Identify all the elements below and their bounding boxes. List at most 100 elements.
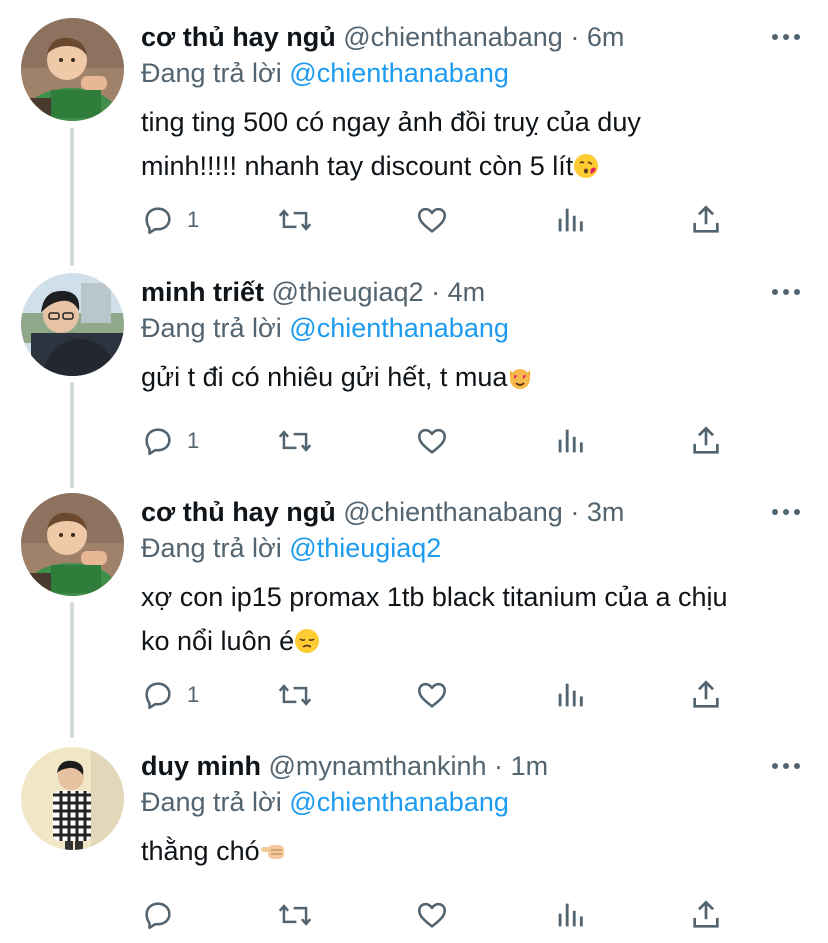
- retweet-icon: [278, 904, 312, 926]
- tweet-text-line: minh!!!!! nhanh tay discount còn 5 lít: [141, 151, 574, 181]
- user-handle[interactable]: @chienthanabang: [343, 22, 563, 52]
- like-button[interactable]: [415, 200, 449, 240]
- user-handle[interactable]: @thieugiaq2: [272, 277, 424, 307]
- tweet-text-line: gửi t đi có nhiêu gửi hết, t mua: [141, 362, 508, 392]
- display-name[interactable]: cơ thủ hay ngủ: [141, 22, 336, 52]
- toddler-avatar-image: [21, 18, 124, 121]
- like-button[interactable]: [415, 895, 449, 935]
- retweet-icon: [278, 209, 312, 231]
- thread-connector: [70, 382, 74, 488]
- tweet-text-line: thằng chó: [141, 836, 260, 866]
- reply-count: 1: [187, 207, 200, 232]
- tweet-actions: 1: [141, 200, 781, 240]
- analytics-button[interactable]: [553, 200, 587, 240]
- separator-dot: ·: [494, 751, 504, 781]
- like-button[interactable]: [415, 675, 449, 715]
- share-icon: [693, 205, 719, 233]
- retweet-icon: [278, 430, 312, 452]
- replying-to-label: Đang trả lời: [141, 313, 282, 343]
- disappointed-face-emoji: [294, 623, 320, 667]
- replying-to-label: Đang trả lời: [141, 58, 282, 88]
- share-button[interactable]: [689, 675, 723, 715]
- more-options-icon[interactable]: [772, 289, 800, 297]
- more-options-icon[interactable]: [772, 34, 800, 42]
- replying-to-label: Đang trả lời: [141, 533, 282, 563]
- analytics-icon: [558, 683, 583, 707]
- display-name[interactable]: cơ thủ hay ngủ: [141, 497, 336, 527]
- analytics-icon: [558, 429, 583, 453]
- heart-icon: [417, 682, 447, 708]
- replying-to: Đang trả lời @thieugiaq2: [141, 531, 441, 565]
- analytics-button[interactable]: [553, 675, 587, 715]
- thread-connector: [70, 128, 74, 266]
- retweet-button[interactable]: [277, 421, 313, 461]
- replying-to: Đang trả lời @chienthanabang: [141, 785, 509, 819]
- reply-icon: [145, 902, 171, 930]
- share-icon: [693, 680, 719, 708]
- avatar[interactable]: [21, 747, 124, 850]
- face-blowing-kiss-emoji: [573, 148, 599, 192]
- reply-button[interactable]: 1: [141, 200, 199, 240]
- analytics-button[interactable]: [553, 421, 587, 461]
- avatar[interactable]: [21, 273, 124, 376]
- tweet-text: ting ting 500 có ngay ảnh đồi truỵ của d…: [141, 100, 801, 192]
- share-icon: [693, 900, 719, 928]
- replying-to: Đang trả lời @chienthanabang: [141, 56, 509, 90]
- retweet-button[interactable]: [277, 675, 313, 715]
- heart-icon: [417, 428, 447, 454]
- man-plaid-shirt-avatar-image: [21, 747, 124, 850]
- tweet-text-line: ting ting 500 có ngay ảnh đồi truỵ của d…: [141, 107, 641, 137]
- backhand-index-pointing-left-emoji: [260, 833, 288, 877]
- more-options-icon[interactable]: [772, 763, 800, 771]
- retweet-button[interactable]: [277, 200, 313, 240]
- thread-connector: [70, 602, 74, 738]
- replying-to-mention[interactable]: @chienthanabang: [289, 787, 509, 817]
- replying-to: Đang trả lời @chienthanabang: [141, 311, 509, 345]
- replying-to-mention[interactable]: @thieugiaq2: [289, 533, 441, 563]
- like-button[interactable]: [415, 421, 449, 461]
- user-handle[interactable]: @chienthanabang: [343, 497, 563, 527]
- share-icon: [693, 426, 719, 454]
- timestamp[interactable]: 6m: [587, 22, 625, 52]
- more-options-icon[interactable]: [772, 509, 800, 517]
- tweet-actions: 1: [141, 675, 781, 715]
- analytics-icon: [558, 208, 583, 232]
- tweet-text-line: xợ con ip15 promax 1tb black titanium củ…: [141, 582, 728, 612]
- replying-to-mention[interactable]: @chienthanabang: [289, 313, 509, 343]
- reply-icon: [145, 428, 171, 456]
- display-name[interactable]: minh triết: [141, 277, 264, 307]
- retweet-button[interactable]: [277, 895, 313, 935]
- tweet-text-line: ko nổi luôn é: [141, 626, 295, 656]
- reply-count: 1: [187, 428, 200, 453]
- reply-count: 1: [187, 682, 200, 707]
- replying-to-label: Đang trả lời: [141, 787, 282, 817]
- separator-dot: ·: [431, 277, 441, 307]
- reply-icon: [145, 682, 171, 710]
- reply-button[interactable]: 1: [141, 675, 199, 715]
- analytics-button[interactable]: [553, 895, 587, 935]
- share-button[interactable]: [689, 895, 723, 935]
- separator-dot: ·: [570, 497, 580, 527]
- user-handle[interactable]: @mynamthankinh: [269, 751, 487, 781]
- toddler-avatar-image: [21, 493, 124, 596]
- retweet-icon: [278, 684, 312, 706]
- tweet-actions: [141, 895, 781, 935]
- tweet-actions: 1: [141, 421, 781, 461]
- analytics-icon: [558, 903, 583, 927]
- timestamp[interactable]: 1m: [511, 751, 549, 781]
- replying-to-mention[interactable]: @chienthanabang: [289, 58, 509, 88]
- display-name[interactable]: duy minh: [141, 751, 261, 781]
- avatar[interactable]: [21, 493, 124, 596]
- separator-dot: ·: [570, 22, 580, 52]
- share-button[interactable]: [689, 200, 723, 240]
- smiling-cat-heart-eyes-emoji: [507, 359, 533, 403]
- avatar[interactable]: [21, 18, 124, 121]
- reply-button[interactable]: [141, 895, 187, 935]
- reply-button[interactable]: 1: [141, 421, 199, 461]
- tweet-text: xợ con ip15 promax 1tb black titanium củ…: [141, 575, 801, 667]
- timestamp[interactable]: 3m: [587, 497, 625, 527]
- young-man-glasses-avatar-image: [21, 273, 124, 376]
- share-button[interactable]: [689, 421, 723, 461]
- timestamp[interactable]: 4m: [448, 277, 486, 307]
- reply-icon: [145, 207, 171, 235]
